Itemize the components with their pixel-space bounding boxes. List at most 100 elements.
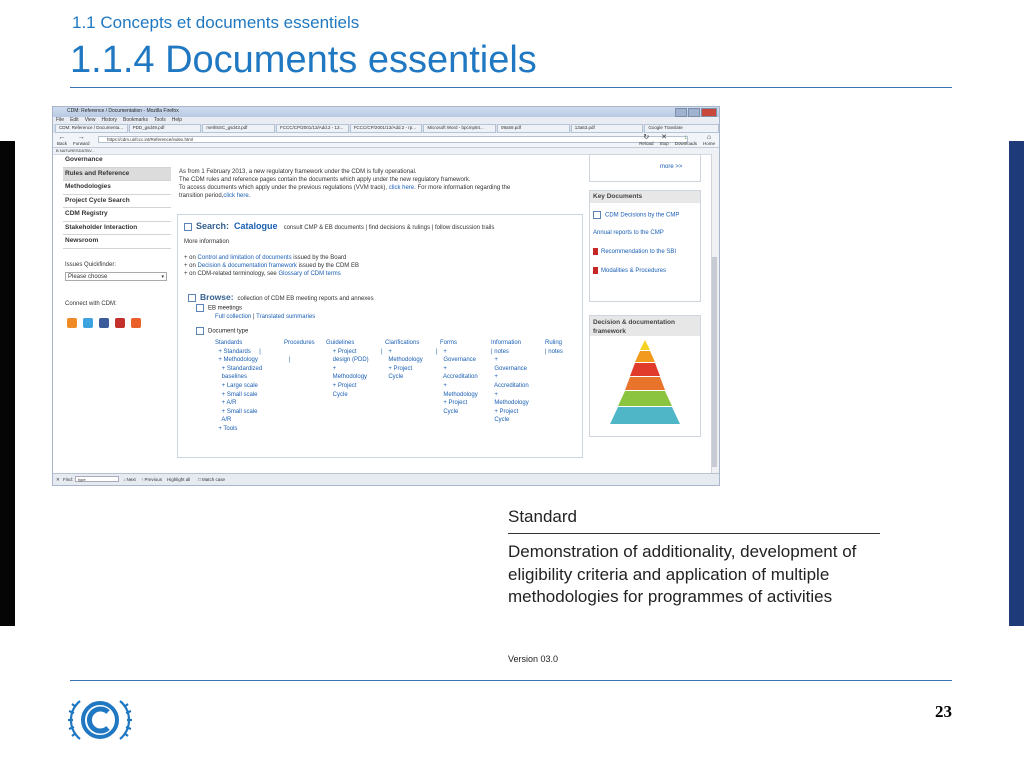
click-here-link-1[interactable]: click here [389, 185, 414, 191]
find-previous-button[interactable]: ↑ Previous [141, 477, 162, 482]
search-on-list: + on Control and limitation of documents… [184, 254, 359, 278]
footer-rule [70, 680, 952, 681]
tab-09a59[interactable]: 09a59.pdf [497, 124, 570, 133]
back-button[interactable]: ← Back [57, 134, 67, 146]
chevron-down-icon: ▾ [161, 274, 164, 280]
nav-stakeholder-interaction[interactable]: Stakeholder Interaction [63, 222, 171, 235]
scrollbar-thumb[interactable] [712, 257, 717, 467]
news-box: more >> [589, 154, 701, 182]
framework-heading: Decision & documentation framework [590, 316, 700, 336]
intro-line-4-text: transition period, [179, 193, 224, 199]
doctype-forms-column[interactable]: Forms + Governance + Accreditation + Met… [440, 339, 478, 416]
find-input[interactable]: type [75, 476, 119, 482]
on-1-prefix: + on [184, 255, 196, 261]
stop-button[interactable]: ✕ Stop [659, 134, 668, 146]
doctype-information-notes-column[interactable]: Information | notes + Governance + Accre… [491, 339, 529, 425]
collapse-icon[interactable] [188, 293, 196, 302]
close-icon[interactable] [701, 108, 717, 117]
key-doc-annual-reports[interactable]: Annual reports to the CMP [593, 230, 664, 236]
back-label: Back [57, 141, 68, 146]
find-next-button[interactable]: ↓ Next [123, 477, 136, 482]
key-doc-recommendation[interactable]: Recommendation to the SBI [593, 248, 676, 255]
rss-icon[interactable] [67, 318, 77, 328]
tab-fccc-1[interactable]: FCCC/CP/2001/13/Add.2 - 13... [276, 124, 349, 133]
doctype-standards-column[interactable]: Standards + Standards | + Methodology + … [215, 339, 262, 434]
control-limitation-link[interactable]: Control and limitation of documents [198, 255, 292, 261]
browse-heading: Browse: collection of CDM EB meeting repo… [188, 292, 374, 302]
nav-newsroom[interactable]: Newsroom [63, 235, 171, 249]
key-doc-recommendation-link[interactable]: Recommendation to the SBI [601, 249, 676, 255]
maximize-icon[interactable] [688, 108, 700, 117]
downloads-button[interactable]: ↓ Downloads [675, 134, 697, 146]
quickfinder-select[interactable]: Please choose ▾ [65, 272, 167, 281]
key-doc-decisions[interactable]: CDM Decisions by the CMP [593, 211, 679, 219]
back-arrow-icon: ← [58, 134, 66, 141]
youtube-icon[interactable] [115, 318, 125, 328]
tab-13a63[interactable]: 13a63.pdf [570, 124, 644, 133]
intro-text: As from 1 February 2013, a new regulator… [179, 168, 581, 200]
highlight-all-button[interactable]: Highlight all [167, 477, 190, 482]
match-case-checkbox[interactable]: □ Match case [198, 477, 225, 482]
eb-meetings-heading: EB meetings [196, 304, 242, 312]
on-line-3: + on CDM-related terminology, see Glossa… [184, 270, 359, 278]
document-type-toggle-icon[interactable] [196, 327, 204, 335]
doctype-clarifications-column[interactable]: Clarifications + Methodology + Project C… [385, 339, 423, 382]
up-arrow-icon: ↑ [141, 477, 144, 482]
find-close-icon[interactable]: ✕ [56, 477, 60, 483]
facebook-icon[interactable] [99, 318, 109, 328]
doctype-procedures-column[interactable]: Procedures | [284, 339, 315, 365]
nav-project-cycle-search[interactable]: Project Cycle Search [63, 195, 171, 208]
glossary-link[interactable]: Glossary of CDM terms [278, 271, 340, 277]
bookmark-item[interactable]: B NATURESDATBV... [56, 148, 95, 153]
stop-label: Stop [659, 141, 669, 146]
key-doc-decisions-link[interactable]: CDM Decisions by the CMP [605, 213, 679, 219]
url-field[interactable]: https://cdm.unfccc.int/Reference/index.h… [98, 136, 688, 143]
tab-pdd[interactable]: PDD_gsd49.pdf [128, 124, 202, 133]
click-here-link-2[interactable]: click here [223, 193, 248, 199]
expand-icon[interactable] [184, 222, 192, 231]
nav-rules-and-reference[interactable]: Rules and Reference [63, 167, 171, 181]
doctype-guidelines-column[interactable]: Guidelines + Project design (PDD) + Meth… [326, 339, 369, 399]
minimize-icon[interactable] [675, 108, 687, 117]
menu-help[interactable]: Help [172, 117, 182, 124]
tab-meth[interactable]: meth5SC_gsd43.pdf [202, 124, 276, 133]
decision-framework-link[interactable]: Decision & documentation framework [198, 263, 297, 269]
intro-line-3-tail: . For more information regarding the [414, 185, 511, 191]
framework-pyramid-image[interactable] [598, 340, 692, 430]
forward-button[interactable]: → Forward [73, 134, 90, 146]
doctype-ruling-notes-column[interactable]: Ruling | notes [545, 339, 563, 356]
menu-tools[interactable]: Tools [154, 117, 166, 124]
translated-summaries-link[interactable]: Translated summaries [256, 314, 315, 320]
flickr-icon[interactable] [131, 318, 141, 328]
more-information[interactable]: More information [184, 239, 229, 245]
nav-governance[interactable]: Governance [63, 154, 171, 168]
standard-rule [508, 533, 880, 534]
full-collection-link[interactable]: Full collection [215, 314, 251, 320]
eb-meetings-toggle-icon[interactable] [196, 304, 204, 312]
twitter-icon[interactable] [83, 318, 93, 328]
key-doc-modalities-link[interactable]: Modalities & Procedures [601, 268, 666, 274]
key-doc-modalities[interactable]: Modalities & Procedures [593, 267, 666, 274]
slide-title: 1.1.4 Documents essentiels [70, 39, 537, 81]
on-3-prefix: + on CDM-related terminology, see [184, 271, 277, 277]
doctype-separator-2: | [436, 348, 438, 355]
tab-word[interactable]: Microsoft Word - bpcmp84... [423, 124, 497, 133]
menu-edit[interactable]: Edit [70, 117, 79, 124]
menu-view[interactable]: View [85, 117, 96, 124]
menu-file[interactable]: File [56, 117, 64, 124]
reload-button[interactable]: ↻ Reload [639, 134, 653, 146]
nav-methodologies[interactable]: Methodologies [63, 181, 171, 195]
menu-history[interactable]: History [101, 117, 117, 124]
intro-line-3: To access documents which apply under th… [179, 184, 581, 192]
catalogue-link[interactable]: Catalogue [234, 221, 278, 231]
menu-bookmarks[interactable]: Bookmarks [123, 117, 148, 124]
tab-fccc-2[interactable]: FCCC/CP/2001/13/Add.2 - rp... [349, 124, 423, 133]
tab-google-translate[interactable]: Google Translate [644, 124, 719, 133]
tab-cdm-reference[interactable]: CDM: Reference / Documenta... [55, 124, 128, 133]
navigation-bar: ← Back → Forward https://cdm.unfccc.int/Re… [53, 133, 719, 148]
home-button[interactable]: ⌂ Home [703, 134, 715, 146]
key-doc-annual-reports-link[interactable]: Annual reports to the CMP [593, 230, 664, 236]
more-link[interactable]: more >> [660, 164, 682, 170]
browse-description: collection of CDM EB meeting reports and… [237, 296, 374, 302]
nav-cdm-registry[interactable]: CDM Registry [63, 208, 171, 222]
